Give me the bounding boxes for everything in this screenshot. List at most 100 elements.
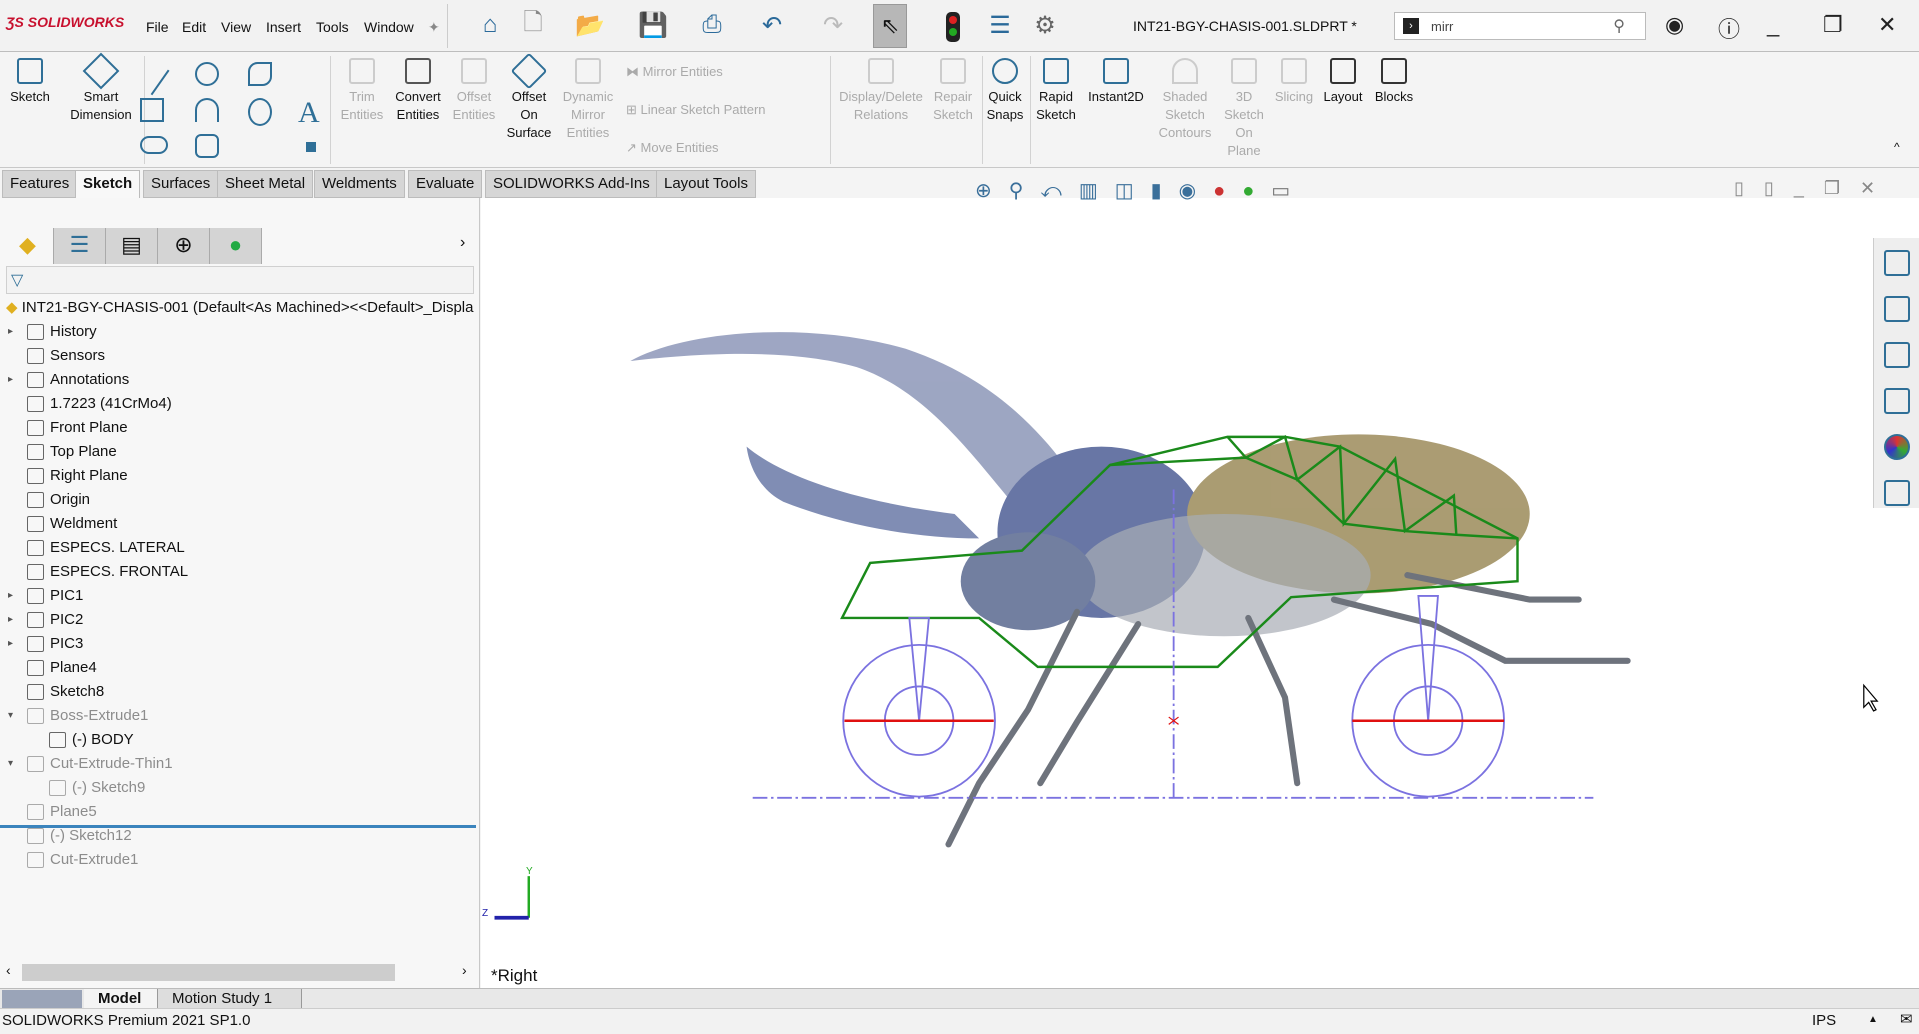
- viewport-restore-icon[interactable]: ❐: [1824, 178, 1860, 198]
- tooltip-icon[interactable]: ✉: [1900, 1009, 1913, 1031]
- options-gear-icon[interactable]: ⚙: [1030, 10, 1060, 40]
- layout-button[interactable]: Layout: [1318, 52, 1368, 106]
- linear-sketch-pattern-button[interactable]: ⊞ Linear Sketch Pattern: [626, 102, 766, 118]
- custom-properties-icon[interactable]: [1884, 480, 1910, 506]
- expand-icon[interactable]: ▸: [8, 584, 13, 608]
- expand-icon[interactable]: ▸: [8, 320, 13, 344]
- tab-evaluate[interactable]: Evaluate: [408, 170, 483, 198]
- view-palette-icon[interactable]: [1884, 388, 1910, 414]
- user-account-icon[interactable]: ◉: [1665, 12, 1684, 38]
- restore-icon[interactable]: ❐: [1823, 12, 1843, 38]
- 3d-sketch-on-plane-button[interactable]: 3D Sketch On Plane: [1220, 52, 1268, 160]
- tab-motion-study-1[interactable]: Motion Study 1: [158, 989, 302, 1009]
- tab-model[interactable]: Model: [84, 989, 158, 1009]
- display-manager-tab-icon[interactable]: ●: [210, 228, 262, 264]
- section-view-icon[interactable]: ▥: [1079, 180, 1115, 202]
- tree-item[interactable]: Sketch8: [0, 680, 476, 704]
- spline-tool-icon[interactable]: [248, 62, 272, 86]
- sketch-button[interactable]: Sketch: [8, 52, 52, 106]
- circle-tool-icon[interactable]: [195, 62, 219, 86]
- convert-entities-button[interactable]: Convert Entities: [390, 52, 446, 124]
- open-icon[interactable]: 📂: [575, 10, 605, 40]
- tree-item[interactable]: ▸ PIC1: [0, 584, 476, 608]
- heads-up-view-toolbar[interactable]: ⊕⚲⤺▥◫▮◉●●▭: [975, 178, 1307, 203]
- tab-layout-tools[interactable]: Layout Tools: [656, 170, 756, 198]
- save-icon[interactable]: 💾: [638, 10, 668, 40]
- mirror-entities-button[interactable]: ⧓ Mirror Entities: [626, 64, 723, 80]
- scroll-thumb[interactable]: [22, 964, 395, 981]
- polygon-tool-icon[interactable]: [195, 134, 219, 158]
- collapse-ribbon-icon[interactable]: ^: [1894, 140, 1900, 154]
- tile-right-icon[interactable]: ▯: [1764, 178, 1794, 198]
- tree-item[interactable]: Front Plane: [0, 416, 476, 440]
- tab-sketch[interactable]: Sketch: [75, 170, 141, 198]
- move-entities-button[interactable]: ↗ Move Entities: [626, 140, 719, 156]
- offset-on-surface-button[interactable]: Offset On Surface: [503, 52, 555, 142]
- menu-insert[interactable]: Insert: [266, 19, 301, 35]
- menu-file[interactable]: File: [146, 19, 169, 35]
- design-library-icon[interactable]: [1884, 296, 1910, 322]
- display-delete-relations-button[interactable]: Display/Delete Relations: [836, 52, 926, 124]
- slicing-button[interactable]: Slicing: [1272, 52, 1316, 106]
- tree-root[interactable]: ◆ INT21-BGY-CHASIS-001 (Default<As Machi…: [6, 296, 473, 320]
- tree-item[interactable]: ▾ Cut-Extrude-Thin1: [0, 752, 476, 776]
- select-icon[interactable]: ⇖: [873, 4, 907, 48]
- file-properties-icon[interactable]: ☰: [985, 10, 1015, 40]
- units-caret-icon[interactable]: ▲: [1868, 1009, 1878, 1031]
- display-style-icon[interactable]: ▮: [1151, 180, 1179, 202]
- menu-view[interactable]: View: [221, 19, 251, 35]
- new-document-icon[interactable]: 🗋: [518, 9, 548, 40]
- dynamic-mirror-button[interactable]: Dynamic Mirror Entities: [558, 52, 618, 142]
- rebuild-traffic-light-icon[interactable]: [946, 12, 960, 42]
- expand-panel-icon[interactable]: ›: [460, 234, 465, 252]
- repair-sketch-button[interactable]: Repair Sketch: [930, 52, 976, 124]
- zoom-to-area-icon[interactable]: ⚲: [1009, 180, 1041, 202]
- rollback-bar[interactable]: [0, 825, 476, 828]
- tree-item[interactable]: Top Plane: [0, 440, 476, 464]
- quick-snaps-button[interactable]: Quick Snaps: [985, 52, 1025, 124]
- tab-features[interactable]: Features: [2, 170, 78, 198]
- rapid-sketch-button[interactable]: Rapid Sketch: [1034, 52, 1078, 124]
- shaded-sketch-contours-button[interactable]: Shaded Sketch Contours: [1155, 52, 1215, 142]
- help-icon[interactable]: ⓘ: [1718, 12, 1740, 44]
- appearances-icon[interactable]: [1884, 434, 1910, 460]
- apply-scene-icon[interactable]: ●: [1242, 180, 1271, 202]
- redo-icon[interactable]: ↷: [818, 10, 848, 40]
- tree-item[interactable]: ▸ Annotations: [0, 368, 476, 392]
- units-selector[interactable]: IPS: [1812, 1010, 1836, 1032]
- expand-icon[interactable]: ▸: [8, 632, 13, 656]
- tab-addins[interactable]: SOLIDWORKS Add-Ins: [485, 170, 658, 198]
- tab-sheet-metal[interactable]: Sheet Metal: [217, 170, 314, 198]
- tree-item[interactable]: Cut-Extrude1: [0, 848, 476, 872]
- tree-item[interactable]: Plane4: [0, 656, 476, 680]
- tree-horizontal-scrollbar[interactable]: ‹ ›: [0, 962, 478, 982]
- tab-scroll-buttons[interactable]: [2, 990, 82, 1008]
- tree-item[interactable]: Plane5: [0, 800, 476, 824]
- smart-dimension-button[interactable]: Smart Dimension: [66, 52, 136, 124]
- close-icon[interactable]: ✕: [1878, 12, 1896, 38]
- menu-tools[interactable]: Tools: [316, 19, 349, 35]
- expand-icon[interactable]: ▸: [8, 368, 13, 392]
- solidworks-logo[interactable]: ƷS SOLIDWORKS: [6, 14, 124, 30]
- blocks-button[interactable]: Blocks: [1372, 52, 1416, 106]
- search-icon[interactable]: ⚲: [1613, 16, 1625, 36]
- print-icon[interactable]: ⎙: [697, 10, 727, 40]
- menu-edit[interactable]: Edit: [182, 19, 206, 35]
- text-tool-icon[interactable]: A: [298, 96, 320, 130]
- pin-icon[interactable]: ✦: [428, 19, 440, 36]
- tree-item[interactable]: ▾ Boss-Extrude1: [0, 704, 476, 728]
- menu-window[interactable]: Window: [364, 19, 414, 35]
- viewport-close-icon[interactable]: ✕: [1860, 178, 1895, 198]
- expand-icon[interactable]: ▸: [8, 608, 13, 632]
- solidworks-resources-icon[interactable]: [1884, 250, 1910, 276]
- tree-item[interactable]: (-) Sketch9: [0, 776, 476, 800]
- tab-surfaces[interactable]: Surfaces: [143, 170, 219, 198]
- feature-manager-tab-icon[interactable]: ◆: [2, 228, 54, 264]
- tree-item[interactable]: 1.7223 (41CrMo4): [0, 392, 476, 416]
- view-orientation-icon[interactable]: ◫: [1115, 180, 1151, 202]
- tab-weldments[interactable]: Weldments: [314, 170, 405, 198]
- collapse-icon[interactable]: ▾: [8, 752, 13, 776]
- arc-tool-icon[interactable]: [195, 98, 219, 122]
- undo-icon[interactable]: ↶: [757, 10, 787, 40]
- tree-item[interactable]: Weldment: [0, 512, 476, 536]
